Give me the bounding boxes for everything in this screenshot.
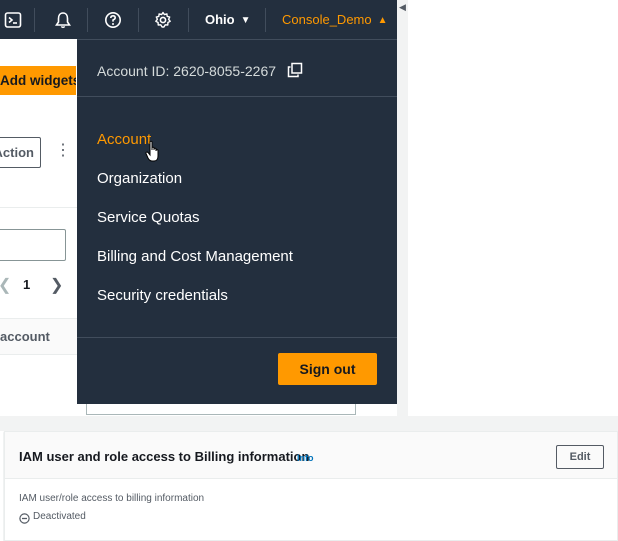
settings-icon[interactable]	[152, 9, 174, 31]
nav-divider	[265, 8, 266, 32]
copy-icon[interactable]	[287, 62, 303, 78]
username-label: Console_Demo	[282, 12, 372, 27]
chevron-left-icon[interactable]: ❮	[0, 275, 11, 295]
menu-item-organization[interactable]: Organization	[97, 170, 182, 187]
nav-divider	[188, 8, 189, 32]
menu-item-billing[interactable]: Billing and Cost Management	[97, 248, 293, 265]
chevron-right-icon[interactable]: ❯	[50, 275, 63, 295]
menu-divider	[77, 96, 397, 97]
account-id: Account ID: 2620-8055-2267	[97, 63, 277, 79]
info-link[interactable]: Info	[297, 453, 314, 463]
hand-cursor-icon	[145, 140, 161, 164]
status-value: Deactivated	[33, 511, 86, 522]
scroll-up-icon[interactable]: ◀	[399, 2, 406, 13]
menu-divider	[77, 337, 397, 338]
notifications-icon[interactable]	[52, 9, 74, 31]
help-icon[interactable]	[102, 9, 124, 31]
menu-item-account[interactable]: Account	[97, 131, 151, 148]
page-number[interactable]: 1	[23, 277, 30, 292]
card-title: IAM user and role access to Billing info…	[19, 449, 310, 464]
nav-divider	[34, 8, 35, 32]
caret-down-icon: ▼	[240, 15, 251, 26]
dashboard-background	[0, 39, 77, 416]
sign-out-button[interactable]: Sign out	[278, 353, 377, 385]
account-menu-toggle[interactable]: Console_Demo ▲	[282, 12, 388, 27]
console-screen: Ohio ▼ Console_Demo ▲ ◀ Add widgets Action…	[0, 0, 618, 541]
table-column-header[interactable]: account	[0, 318, 77, 355]
account-dropdown-menu: Account ID: 2620-8055-2267 Account Organ…	[77, 39, 397, 404]
cloudshell-icon[interactable]	[2, 9, 24, 31]
action-button[interactable]: Action	[0, 137, 41, 168]
billing-access-card: IAM user and role access to Billing info…	[4, 431, 618, 541]
edit-button[interactable]: Edit	[556, 445, 604, 469]
region-label: Ohio	[205, 12, 235, 27]
filter-input[interactable]	[0, 229, 66, 261]
region-selector[interactable]: Ohio ▼	[205, 12, 251, 27]
menu-item-security-credentials[interactable]: Security credentials	[97, 287, 228, 304]
field-label: IAM user/role access to billing informat…	[19, 493, 205, 504]
page-scroll-area	[397, 0, 408, 416]
more-options-icon[interactable]: ⋮	[55, 140, 71, 162]
page-background-band	[0, 416, 618, 431]
deactivated-status-icon	[19, 511, 30, 524]
card-header: IAM user and role access to Billing info…	[5, 432, 617, 479]
caret-up-icon: ▲	[377, 15, 388, 26]
add-widgets-button[interactable]: Add widgets	[0, 66, 76, 95]
top-navigation-bar: Ohio ▼ Console_Demo ▲	[0, 0, 397, 39]
nav-divider	[87, 8, 88, 32]
nav-divider	[138, 8, 139, 32]
menu-item-service-quotas[interactable]: Service Quotas	[97, 209, 200, 226]
divider	[0, 207, 77, 208]
